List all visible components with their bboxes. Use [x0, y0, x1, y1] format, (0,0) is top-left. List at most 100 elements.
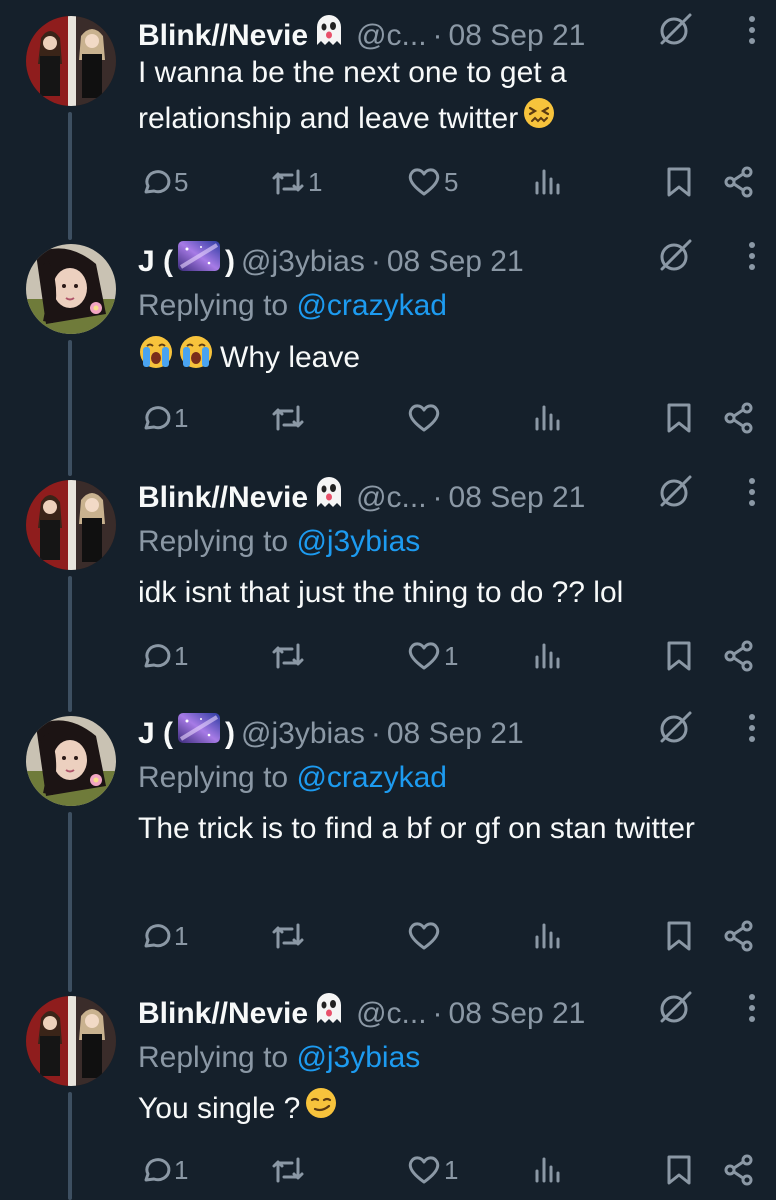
- reply-button[interactable]: 1: [138, 398, 188, 438]
- grok-icon[interactable]: [656, 473, 694, 524]
- avatar[interactable]: [26, 480, 116, 570]
- retweet-button[interactable]: [270, 916, 308, 956]
- display-name[interactable]: Blink//Nevie: [138, 476, 308, 520]
- separator-dot: ·: [432, 481, 443, 514]
- share-button[interactable]: [722, 636, 756, 676]
- avatar[interactable]: [26, 996, 116, 1086]
- views-icon: [535, 405, 560, 431]
- grok-icon[interactable]: [656, 709, 694, 760]
- user-handle[interactable]: @c...: [356, 476, 426, 520]
- name-emoji: [177, 711, 221, 758]
- reply-count: 1: [174, 920, 189, 951]
- reply-icon: [144, 1158, 171, 1182]
- tweet-date[interactable]: 08 Sep 21: [387, 240, 524, 284]
- separator-dot: ·: [370, 245, 381, 278]
- bookmark-icon: [667, 641, 691, 671]
- bookmark-button[interactable]: [664, 636, 694, 676]
- like-button[interactable]: [406, 916, 444, 956]
- more-icon[interactable]: [748, 476, 756, 520]
- tweet-header: J ( ) @j3ybias · 08 Sep 21: [138, 711, 756, 758]
- share-button[interactable]: [722, 162, 756, 202]
- display-name[interactable]: J (: [138, 240, 173, 284]
- replying-to-mention[interactable]: @j3ybias: [296, 1041, 420, 1074]
- avatar[interactable]: [26, 16, 116, 106]
- tweet-text-body: The trick is to find a bf or gf on stan …: [138, 812, 695, 845]
- header-actions: [656, 475, 756, 520]
- like-icon: [408, 404, 440, 432]
- share-icon: [724, 402, 753, 434]
- user-handle[interactable]: @c...: [356, 992, 426, 1036]
- bookmark-icon: [667, 921, 691, 951]
- share-icon: [724, 920, 753, 952]
- like-icon: [408, 1156, 440, 1184]
- like-count: 5: [444, 166, 459, 197]
- name-emoji: [312, 991, 346, 1038]
- views-icon: [535, 923, 560, 949]
- like-icon: [408, 168, 440, 196]
- bookmark-button[interactable]: [664, 162, 694, 202]
- like-button[interactable]: [406, 398, 444, 438]
- views-button[interactable]: [532, 162, 562, 202]
- reply-button[interactable]: 5: [138, 162, 188, 202]
- display-name[interactable]: Blink//Nevie: [138, 992, 308, 1036]
- retweet-count: 1: [308, 166, 323, 197]
- like-button[interactable]: 1: [406, 636, 458, 676]
- retweet-button[interactable]: [270, 636, 308, 676]
- retweet-button[interactable]: [270, 1150, 308, 1190]
- bookmark-button[interactable]: [664, 398, 694, 438]
- tweet-text-body: I wanna be the next one to get a relatio…: [138, 56, 567, 135]
- reply-button[interactable]: 1: [138, 916, 188, 956]
- like-icon: [408, 922, 440, 950]
- tweet-content: Blink//Nevie @c... · 08 Sep 21 Replying …: [138, 475, 756, 672]
- like-count: 1: [444, 640, 459, 671]
- thread-connector: [68, 112, 72, 240]
- display-name-suffix[interactable]: ): [225, 240, 235, 284]
- tweet-date[interactable]: 08 Sep 21: [449, 476, 586, 520]
- replying-to: Replying to @crazykad: [138, 284, 756, 328]
- avatar[interactable]: [26, 716, 116, 806]
- replying-to-mention[interactable]: @crazykad: [296, 761, 447, 794]
- display-name-suffix[interactable]: ): [225, 712, 235, 756]
- share-button[interactable]: [722, 1150, 756, 1190]
- like-button[interactable]: 5: [406, 162, 458, 202]
- user-handle[interactable]: @j3ybias: [241, 712, 365, 756]
- display-name[interactable]: J (: [138, 712, 173, 756]
- more-icon[interactable]: [748, 992, 756, 1036]
- share-icon: [724, 640, 753, 672]
- retweet-icon: [272, 405, 304, 431]
- share-icon: [724, 1154, 753, 1186]
- avatar[interactable]: [26, 244, 116, 334]
- more-icon[interactable]: [748, 14, 756, 58]
- views-button[interactable]: [532, 916, 562, 956]
- views-button[interactable]: [532, 1150, 562, 1190]
- reply-count: 1: [174, 402, 189, 433]
- replying-to: Replying to @j3ybias: [138, 1036, 756, 1080]
- grok-icon[interactable]: [656, 989, 694, 1040]
- user-handle[interactable]: @j3ybias: [241, 240, 365, 284]
- separator-dot: ·: [432, 997, 443, 1030]
- replying-to-label: Replying to: [138, 289, 289, 322]
- share-icon: [724, 166, 753, 198]
- bookmark-button[interactable]: [664, 916, 694, 956]
- reply-button[interactable]: 1: [138, 1150, 188, 1190]
- retweet-button[interactable]: [270, 398, 308, 438]
- bookmark-icon: [667, 1155, 691, 1185]
- reply-icon: [144, 170, 171, 194]
- replying-to-mention[interactable]: @j3ybias: [296, 525, 420, 558]
- share-button[interactable]: [722, 916, 756, 956]
- replying-to-mention[interactable]: @crazykad: [296, 289, 447, 322]
- tweet-date[interactable]: 08 Sep 21: [387, 712, 524, 756]
- reply-button[interactable]: 1: [138, 636, 188, 676]
- more-icon[interactable]: [748, 240, 756, 284]
- bookmark-button[interactable]: [664, 1150, 694, 1190]
- share-button[interactable]: [722, 398, 756, 438]
- tweet-date[interactable]: 08 Sep 21: [449, 992, 586, 1036]
- grok-icon[interactable]: [656, 237, 694, 288]
- retweet-button[interactable]: 1: [270, 162, 322, 202]
- like-button[interactable]: 1: [406, 1150, 458, 1190]
- separator-dot: ·: [370, 717, 381, 750]
- views-button[interactable]: [532, 398, 562, 438]
- more-icon[interactable]: [748, 712, 756, 756]
- name-emoji: [177, 239, 221, 286]
- views-button[interactable]: [532, 636, 562, 676]
